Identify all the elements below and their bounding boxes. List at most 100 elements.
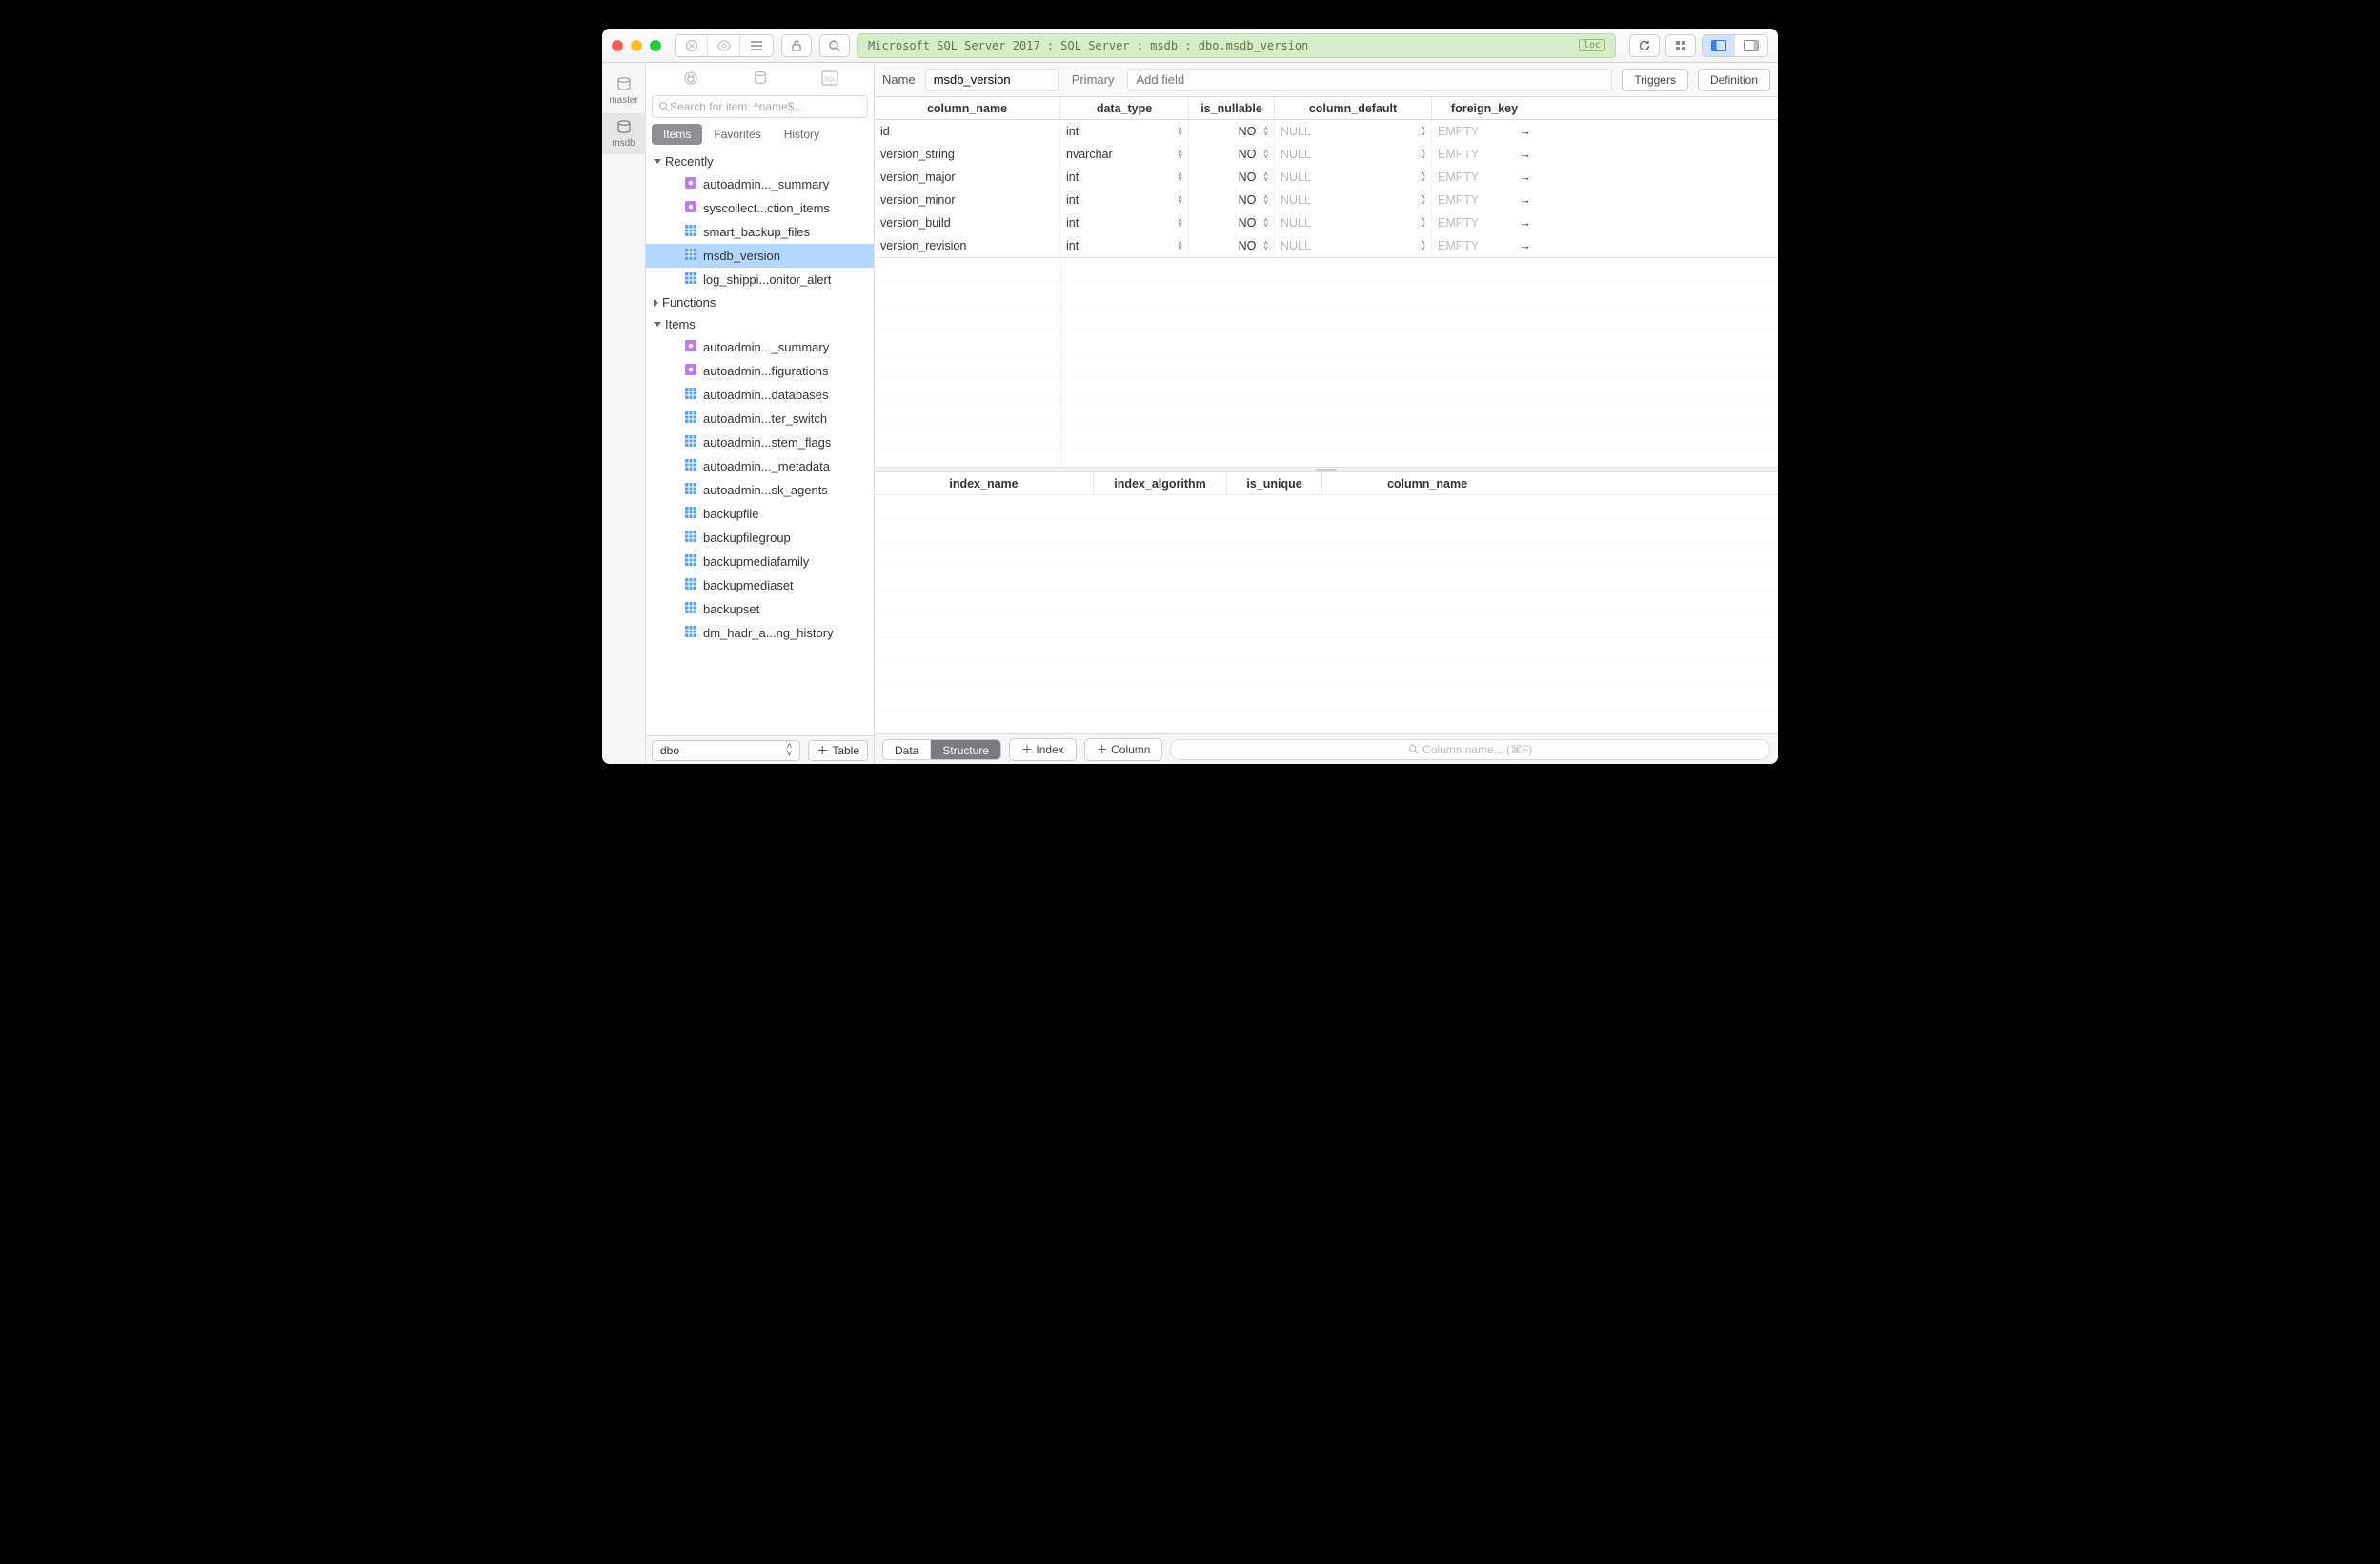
cell-data-type[interactable]: nvarchar˄˅ [1060, 143, 1189, 166]
column-filter-input[interactable]: Column name... (⌘F) [1170, 739, 1770, 760]
recently-item[interactable]: log_shippi...onitor_alert [646, 268, 874, 291]
plug-icon[interactable] [682, 70, 699, 90]
sql-icon[interactable]: SQL [821, 70, 838, 89]
add-column-button[interactable]: ＋ Column [1084, 738, 1163, 761]
header-index-name[interactable]: index_name [875, 472, 1094, 495]
eye-icon[interactable] [708, 35, 740, 56]
add-field-input[interactable] [1127, 69, 1612, 91]
items-item[interactable]: backupmediaset [646, 573, 874, 597]
items-item[interactable]: backupfile [646, 502, 874, 526]
items-item[interactable]: autoadmin...stem_flags [646, 431, 874, 454]
add-table-button[interactable]: ＋ Table [808, 740, 868, 761]
columns-blank-area[interactable] [875, 258, 1778, 467]
zoom-window-button[interactable] [650, 40, 661, 51]
group-items[interactable]: Items [646, 313, 874, 335]
cell-column-default[interactable]: NULL˄˅ [1275, 234, 1432, 257]
sidebar-tree[interactable]: Recently autoadmin..._summarysyscollect.… [646, 150, 874, 735]
recently-item[interactable]: syscollect...ction_items [646, 196, 874, 220]
column-row[interactable]: version_stringnvarchar˄˅NO˄˅NULL˄˅EMPTY→ [875, 143, 1778, 166]
items-item[interactable]: dm_hadr_a...ng_history [646, 621, 874, 645]
header-is-nullable[interactable]: is_nullable [1189, 97, 1275, 120]
cell-is-nullable[interactable]: NO˄˅ [1189, 143, 1275, 166]
view-data-button[interactable]: Data [883, 740, 931, 759]
tab-items[interactable]: Items [652, 124, 702, 145]
items-item[interactable]: backupmediafamily [646, 550, 874, 573]
cell-is-nullable[interactable]: NO˄˅ [1189, 189, 1275, 211]
table-name-input[interactable] [925, 69, 1059, 91]
tab-history[interactable]: History [773, 124, 831, 145]
items-item[interactable]: autoadmin...sk_agents [646, 478, 874, 502]
header-column-name[interactable]: column_name [875, 97, 1060, 120]
cell-is-nullable[interactable]: NO˄˅ [1189, 211, 1275, 234]
items-item[interactable]: autoadmin..._metadata [646, 454, 874, 478]
database-icon[interactable] [752, 70, 769, 90]
cell-data-type[interactable]: int˄˅ [1060, 166, 1189, 189]
cell-data-type[interactable]: int˄˅ [1060, 211, 1189, 234]
cell-data-type[interactable]: int˄˅ [1060, 234, 1189, 257]
cell-is-nullable[interactable]: NO˄˅ [1189, 120, 1275, 143]
cell-column-default[interactable]: NULL˄˅ [1275, 166, 1432, 189]
cell-column-name[interactable]: version_revision [875, 234, 1060, 257]
cell-column-name[interactable]: version_string [875, 143, 1060, 166]
cell-foreign-key[interactable]: EMPTY→ [1432, 143, 1537, 166]
group-recently[interactable]: Recently [646, 150, 874, 172]
cell-foreign-key[interactable]: EMPTY→ [1432, 211, 1537, 234]
db-rail-master[interactable]: master [602, 70, 646, 111]
items-item[interactable]: autoadmin...ter_switch [646, 407, 874, 431]
close-window-button[interactable] [612, 40, 623, 51]
triggers-button[interactable]: Triggers [1622, 69, 1688, 91]
cell-column-default[interactable]: NULL˄˅ [1275, 211, 1432, 234]
items-item[interactable]: backupfilegroup [646, 526, 874, 550]
header-index-algorithm[interactable]: index_algorithm [1094, 472, 1227, 495]
cell-is-nullable[interactable]: NO˄˅ [1189, 166, 1275, 189]
view-structure-button[interactable]: Structure [931, 740, 1000, 759]
search-icon[interactable] [819, 34, 850, 57]
right-panel-toggle[interactable] [1735, 35, 1767, 56]
cell-column-default[interactable]: NULL˄˅ [1275, 120, 1432, 143]
group-functions[interactable]: Functions [646, 291, 874, 313]
cell-data-type[interactable]: int˄˅ [1060, 120, 1189, 143]
items-item[interactable]: autoadmin..._summary [646, 335, 874, 359]
add-index-button[interactable]: ＋ Index [1009, 738, 1077, 761]
definition-button[interactable]: Definition [1698, 69, 1770, 91]
left-panel-toggle[interactable] [1703, 35, 1735, 56]
cell-foreign-key[interactable]: EMPTY→ [1432, 234, 1537, 257]
header-data-type[interactable]: data_type [1060, 97, 1189, 120]
list-icon[interactable] [740, 35, 773, 56]
cell-foreign-key[interactable]: EMPTY→ [1432, 189, 1537, 211]
cell-column-name[interactable]: id [875, 120, 1060, 143]
breadcrumb[interactable]: Microsoft SQL Server 2017 : SQL Server :… [857, 33, 1616, 58]
cancel-icon[interactable] [676, 35, 708, 56]
column-row[interactable]: version_buildint˄˅NO˄˅NULL˄˅EMPTY→ [875, 211, 1778, 234]
tab-favorites[interactable]: Favorites [702, 124, 772, 145]
schema-select[interactable]: dbo ˄˅ [652, 740, 800, 761]
cell-foreign-key[interactable]: EMPTY→ [1432, 120, 1537, 143]
sidebar-search-input[interactable] [670, 100, 861, 113]
cell-column-default[interactable]: NULL˄˅ [1275, 143, 1432, 166]
column-row[interactable]: version_revisionint˄˅NO˄˅NULL˄˅EMPTY→ [875, 234, 1778, 257]
items-item[interactable]: autoadmin...figurations [646, 359, 874, 383]
cell-column-default[interactable]: NULL˄˅ [1275, 189, 1432, 211]
recently-item[interactable]: autoadmin..._summary [646, 172, 874, 196]
db-rail-msdb[interactable]: msdb [602, 113, 646, 154]
lock-icon[interactable] [781, 34, 812, 57]
minimize-window-button[interactable] [631, 40, 642, 51]
column-row[interactable]: idint˄˅NO˄˅NULL˄˅EMPTY→ [875, 120, 1778, 143]
indexes-blank-area[interactable] [875, 495, 1778, 733]
header-foreign-key[interactable]: foreign_key [1432, 97, 1537, 120]
items-item[interactable]: backupset [646, 597, 874, 621]
cell-is-nullable[interactable]: NO˄˅ [1189, 234, 1275, 257]
sidebar-search[interactable] [652, 95, 868, 118]
cell-column-name[interactable]: version_minor [875, 189, 1060, 211]
refresh-icon[interactable] [1629, 34, 1660, 57]
header-column-default[interactable]: column_default [1275, 97, 1432, 120]
column-row[interactable]: version_minorint˄˅NO˄˅NULL˄˅EMPTY→ [875, 189, 1778, 211]
recently-item[interactable]: smart_backup_files [646, 220, 874, 244]
cell-column-name[interactable]: version_build [875, 211, 1060, 234]
items-item[interactable]: autoadmin...databases [646, 383, 874, 407]
cell-foreign-key[interactable]: EMPTY→ [1432, 166, 1537, 189]
recently-item[interactable]: msdb_version [646, 244, 874, 268]
header-index-column[interactable]: column_name [1322, 472, 1532, 495]
header-is-unique[interactable]: is_unique [1227, 472, 1322, 495]
grid-icon[interactable] [1665, 34, 1696, 57]
